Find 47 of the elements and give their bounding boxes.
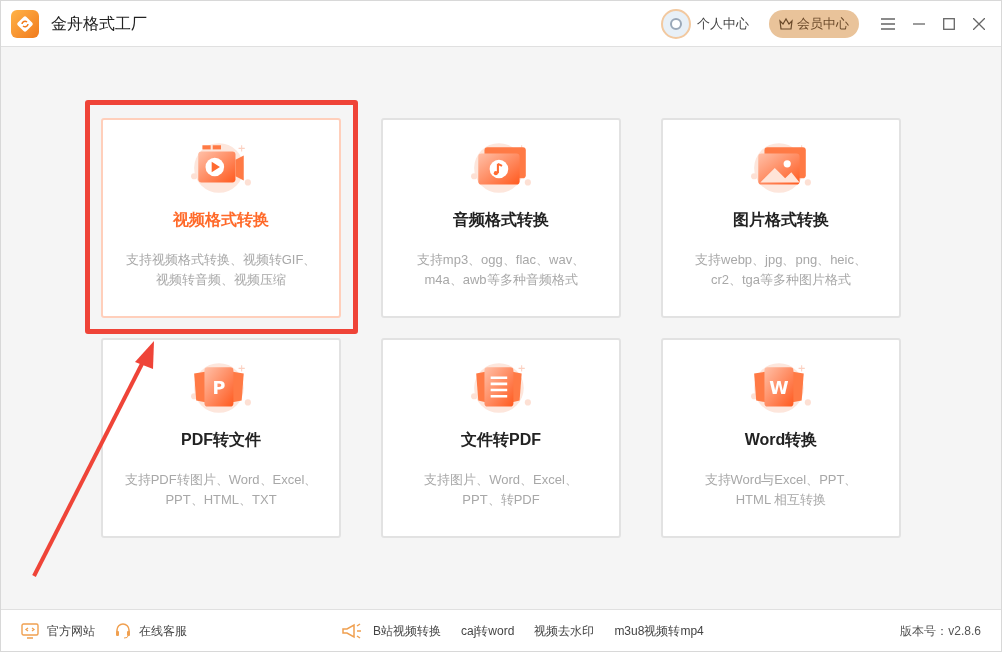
menu-icon[interactable] <box>881 17 895 30</box>
feature-card[interactable]: 音频格式转换 支持mp3、ogg、flac、wav、 m4a、awb等多种音频格式 <box>381 118 621 318</box>
feature-card[interactable]: W Word转换 支持Word与Excel、PPT、 HTML 相互转换 <box>661 338 901 538</box>
card-title: 文件转PDF <box>461 430 541 450</box>
card-description: HTML 相互转换 <box>735 491 827 509</box>
card-description: 支持mp3、ogg、flac、wav、 <box>416 251 586 269</box>
card-description: 支持视频格式转换、视频转GIF、 <box>125 251 317 269</box>
card-description: cr2、tga等多种图片格式 <box>710 271 852 289</box>
card-title: 音频格式转换 <box>453 210 549 230</box>
card-title: Word转换 <box>744 430 818 450</box>
window-title: 金舟格式工厂 <box>51 13 147 34</box>
version-label: 版本号：v2.8.6 <box>900 622 981 640</box>
card-description: m4a、awb等多种音频格式 <box>424 271 578 289</box>
card-description: PPT、HTML、TXT <box>165 491 277 509</box>
card-description: PPT、转PDF <box>462 491 540 509</box>
monitor-icon <box>21 622 39 639</box>
feature-card[interactable]: 文件转PDF 支持图片、Word、Excel、 PPT、转PDF <box>381 338 621 538</box>
profile-link[interactable]: 个人中心 <box>697 13 749 34</box>
quick-link[interactable]: B站视频转换 <box>373 621 441 640</box>
card-title: 图片格式转换 <box>733 210 829 230</box>
card-title: 视频格式转换 <box>173 210 269 230</box>
footer-link[interactable]: 在线客服 <box>139 621 187 640</box>
crown-icon <box>779 17 793 30</box>
document-icon <box>470 360 532 416</box>
music-note-icon <box>470 140 532 196</box>
maximize-icon[interactable] <box>943 17 955 30</box>
megaphone-icon <box>341 621 363 640</box>
card-description: 支持Word与Excel、PPT、 <box>704 471 858 489</box>
close-icon[interactable] <box>973 17 985 30</box>
picture-icon <box>750 140 812 196</box>
card-description: 支持图片、Word、Excel、 <box>424 471 578 489</box>
avatar-icon[interactable] <box>661 8 691 39</box>
vip-center-button[interactable]: 会员中心 <box>769 9 859 38</box>
card-description: 支持PDF转图片、Word、Excel、 <box>124 471 318 489</box>
feature-card[interactable]: 图片格式转换 支持webp、jpg、png、heic、 cr2、tga等多种图片格式 <box>661 118 901 318</box>
footer-link[interactable]: 官方网站 <box>47 621 95 640</box>
video-camera-icon <box>190 140 252 196</box>
card-description: 支持webp、jpg、png、heic、 <box>695 251 867 269</box>
quick-link[interactable]: caj转word <box>461 621 515 640</box>
minimize-icon[interactable] <box>913 22 925 25</box>
quick-link[interactable]: 视频去水印 <box>534 621 595 640</box>
headset-icon <box>115 622 131 639</box>
card-title: PDF转文件 <box>181 430 261 450</box>
quick-link[interactable]: m3u8视频转mp4 <box>614 621 704 640</box>
app-logo-icon <box>11 9 39 38</box>
card-description: 视频转音频、视频压缩 <box>156 271 286 289</box>
feature-card[interactable]: P PDF转文件 支持PDF转图片、Word、Excel、 PPT、HTML、TXT <box>101 338 341 538</box>
